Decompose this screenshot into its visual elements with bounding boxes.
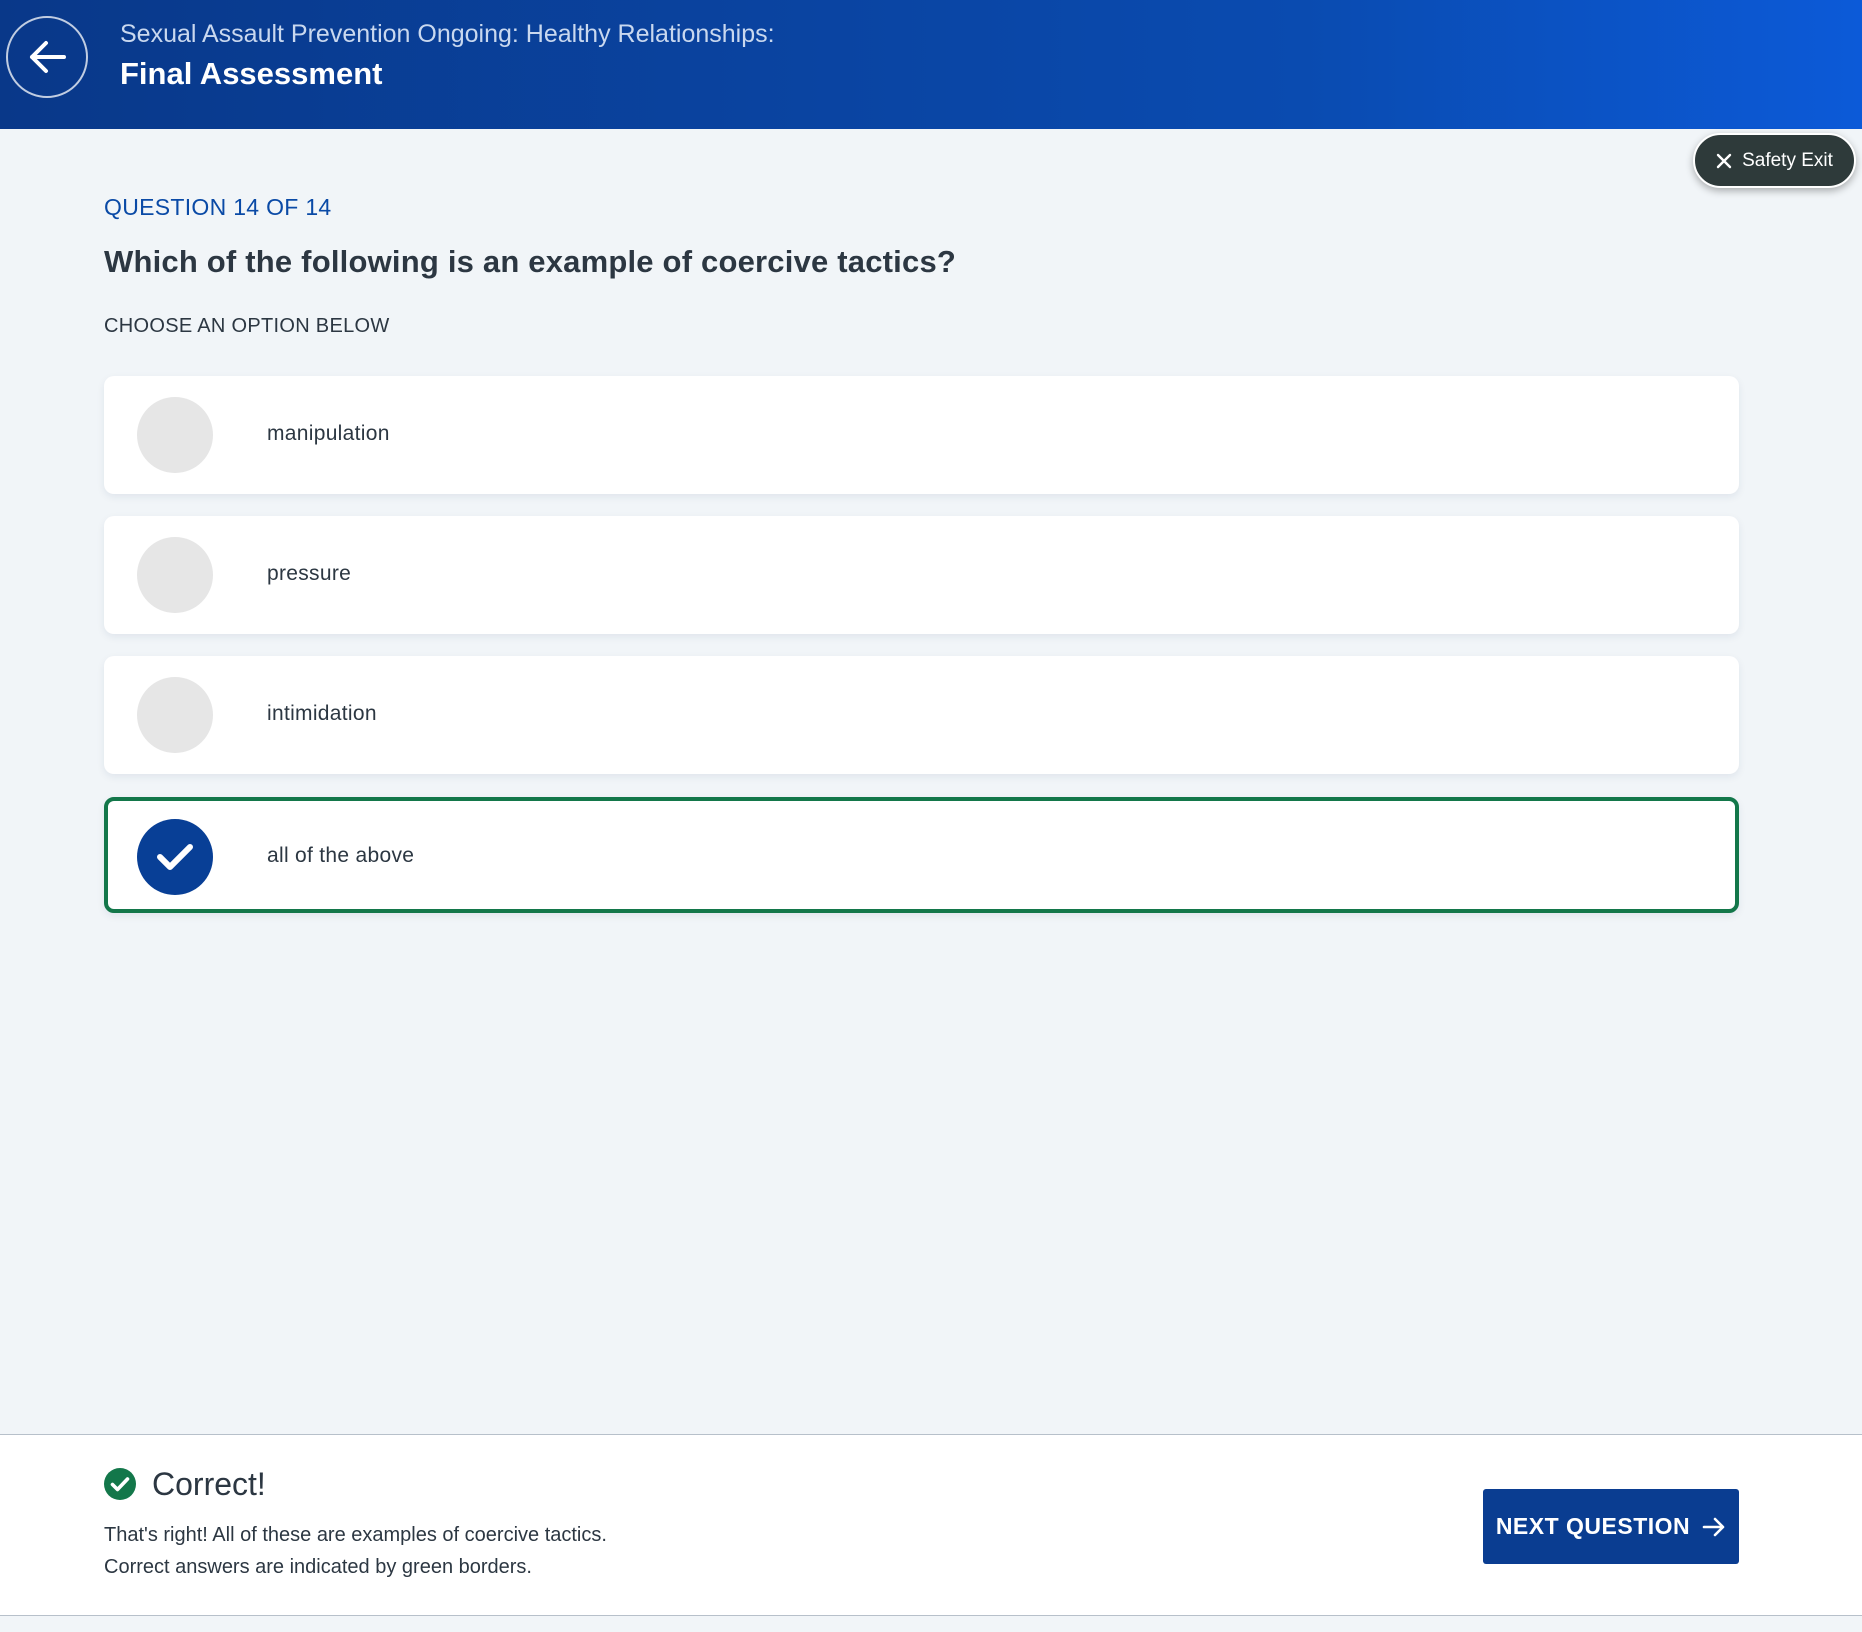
back-button[interactable] [6,16,88,98]
answer-option-label: pressure [267,562,352,585]
next-question-label: NEXT QUESTION [1495,1513,1691,1539]
course-header: Sexual Assault Prevention Ongoing: Healt… [0,0,1862,129]
answer-option-label: manipulation [267,422,390,445]
course-title: Sexual Assault Prevention Ongoing: Healt… [120,20,775,48]
question-instruction: CHOOSE AN OPTION BELOW [104,315,390,337]
feedback-title: Correct! [152,1466,266,1502]
feedback-message: That's right! All of these are examples … [104,1524,607,1546]
question-counter: QUESTION 14 OF 14 [104,194,332,220]
safety-exit-label: Safety Exit [1742,149,1833,171]
page-title: Final Assessment [120,56,383,91]
radio-button[interactable] [137,537,213,613]
answer-option-selected[interactable]: all of the above [104,797,1739,913]
radio-button-checked[interactable] [137,819,213,895]
answer-option-label: intimidation [267,702,377,725]
answer-option[interactable]: intimidation [104,656,1739,774]
checkmark-icon [157,844,193,870]
check-circle-icon [104,1468,136,1500]
question-text: Which of the following is an example of … [104,244,957,279]
answer-option[interactable]: pressure [104,516,1739,634]
feedback-panel: Correct! That's right! All of these are … [0,1434,1862,1616]
radio-button[interactable] [137,677,213,753]
next-question-button[interactable]: NEXT QUESTION [1483,1489,1739,1564]
answer-option-label: all of the above [267,844,415,867]
safety-exit-button[interactable]: Safety Exit [1693,133,1856,188]
arrow-right-icon [1702,1517,1725,1536]
radio-button[interactable] [137,397,213,473]
answer-option[interactable]: manipulation [104,376,1739,494]
close-icon [1716,153,1732,168]
arrow-left-icon [30,41,66,73]
feedback-hint: Correct answers are indicated by green b… [104,1556,532,1578]
